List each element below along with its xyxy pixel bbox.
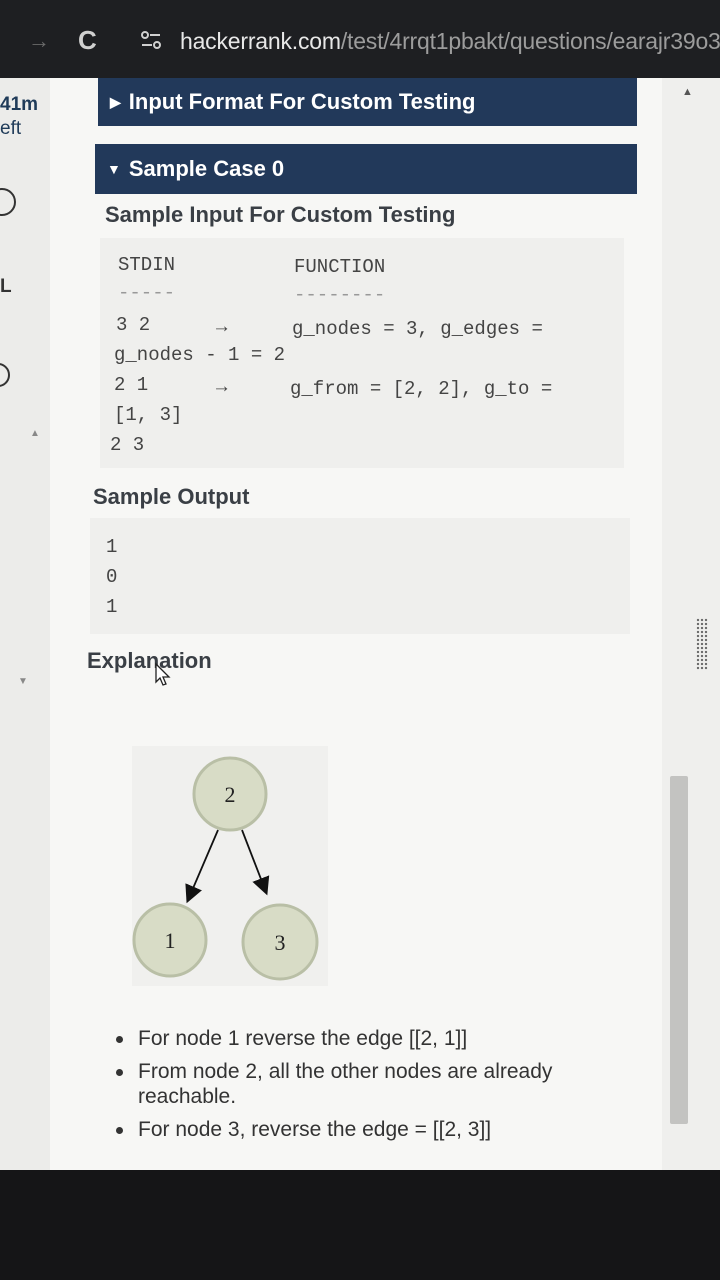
url-host: hackerrank.com (180, 28, 341, 54)
function-header: FUNCTION (294, 256, 386, 278)
scrollbar-thumb[interactable] (670, 776, 688, 1124)
expand-down-icon: ▼ (107, 161, 121, 177)
timer-suffix: eft (0, 118, 22, 139)
scroll-down-icon[interactable]: ▼ (18, 676, 28, 687)
reload-icon[interactable]: C (78, 25, 97, 56)
left-panel: 41m eft L ▲ ▼ (0, 78, 51, 1170)
panel-resize-handle[interactable] (696, 618, 708, 670)
left-panel-label: L (0, 276, 12, 297)
svg-text:3: 3 (275, 930, 286, 955)
list-item: From node 2, all the other nodes are alr… (112, 1059, 632, 1109)
graph-node-1: 1 (132, 902, 208, 978)
sample-input-heading: Sample Input For Custom Testing (105, 202, 456, 227)
list-item: For node 1 reverse the edge [[2, 1]] (112, 1026, 632, 1051)
graph-node-3: 3 (241, 903, 319, 981)
screen-bezel (0, 1170, 720, 1280)
input-row-3: 2 3 (110, 434, 145, 456)
stdin-header: STDIN (118, 254, 176, 276)
scroll-up-arrow-icon[interactable]: ▲ (682, 86, 693, 98)
input-format-title: Input Format For Custom Testing (128, 89, 476, 114)
expand-right-icon: ▶ (110, 93, 121, 110)
explanation-heading: Explanation (87, 648, 212, 673)
svg-text:1: 1 (165, 928, 176, 953)
problem-content: ▶ Input Format For Custom Testing ▼ Samp… (50, 78, 662, 1170)
input-row-1-continued: g_nodes - 1 = 2 (114, 344, 286, 366)
input-row-2: 2 1 (114, 374, 149, 396)
sample-case-title: Sample Case 0 (128, 156, 285, 181)
sample-input-code: STDIN FUNCTION ----- -------- 3 2 → g_no… (100, 238, 624, 468)
list-item: For node 3, reverse the edge = [[2, 3]] (112, 1117, 632, 1142)
edge-2-3 (241, 829, 270, 896)
output-line-2: 0 (106, 566, 118, 588)
output-line-3: 1 (106, 596, 118, 618)
browser-toolbar: → C hackerrank.com/test/4rrqt1pbakt/ques… (0, 0, 720, 78)
arrow-icon: → (216, 316, 228, 338)
input-row-1-function: g_nodes = 3, g_edges = (292, 318, 543, 340)
sample-output-code: 1 0 1 (90, 518, 630, 634)
scroll-up-icon[interactable]: ▲ (30, 428, 40, 439)
timer-value: 41m (0, 94, 39, 115)
sample-output-heading: Sample Output (93, 484, 250, 509)
question-icon[interactable] (0, 363, 10, 387)
arrow-icon: → (216, 376, 228, 398)
status-circle-icon[interactable] (0, 188, 16, 216)
stdin-divider: ----- (118, 282, 176, 304)
sample-case-section-toggle[interactable]: ▼ Sample Case 0 (95, 144, 637, 194)
edge-2-1 (185, 829, 219, 904)
svg-text:2: 2 (225, 782, 236, 807)
vertical-scrollbar[interactable]: ▲ (662, 78, 720, 1170)
url-path: /test/4rrqt1pbakt/questions/earajr39o3g (340, 28, 720, 54)
output-line-1: 1 (106, 536, 118, 558)
graph-diagram: 2 1 3 (132, 746, 328, 986)
input-row-2-function: g_from = [2, 2], g_to = (290, 378, 553, 400)
mouse-cursor-icon (155, 662, 171, 686)
input-row-1: 3 2 (116, 314, 151, 336)
address-bar[interactable]: hackerrank.com/test/4rrqt1pbakt/question… (180, 28, 720, 55)
page-viewport: 41m eft L ▲ ▼ ▶ Input Format For Custom … (0, 78, 720, 1170)
input-format-section-toggle[interactable]: ▶ Input Format For Custom Testing (98, 78, 637, 126)
graph-node-2: 2 (192, 756, 268, 832)
explanation-list: For node 1 reverse the edge [[2, 1]] Fro… (112, 1026, 632, 1150)
input-row-2-continued: [1, 3] (114, 404, 183, 426)
forward-icon[interactable]: → (28, 28, 50, 54)
site-settings-icon[interactable] (140, 30, 162, 50)
function-divider: -------- (294, 284, 386, 306)
